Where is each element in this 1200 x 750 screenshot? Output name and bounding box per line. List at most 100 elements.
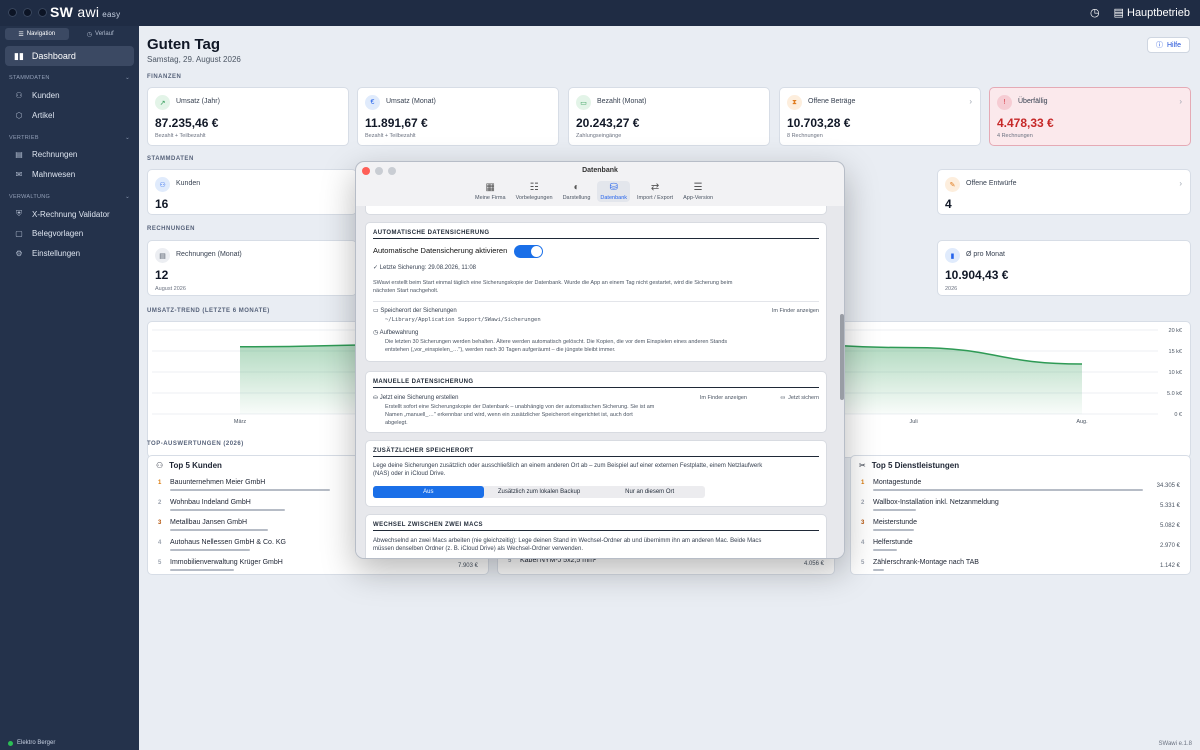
show-in-finder-link[interactable]: Im Finder anzeigen <box>700 394 747 402</box>
share-bar <box>873 529 914 531</box>
history-icon[interactable]: ◷ <box>1090 6 1100 19</box>
section-stammdaten[interactable]: STAMMDATEN ⌄ <box>9 75 130 81</box>
list-icon: ☷ <box>529 182 539 193</box>
envelope-icon: ✉ <box>15 170 23 179</box>
item-value: 5.082 € <box>1159 523 1180 529</box>
card-label: Überfällig <box>1018 98 1048 105</box>
card-value: 12 <box>155 268 169 282</box>
card-kunden[interactable]: ⚇ Kunden 16 <box>147 169 357 215</box>
window-controls[interactable] <box>8 8 47 17</box>
card-umsatz-monat[interactable]: € Umsatz (Monat) 11.891,67 € Bezahlt + T… <box>357 87 559 146</box>
share-bar <box>170 569 234 571</box>
section-verwaltung[interactable]: VERWALTUNG ⌄ <box>9 194 130 200</box>
auto-backup-toggle[interactable] <box>514 245 543 258</box>
auto-desc-1: SWawi erstellt beim Start einmal täglich… <box>373 280 733 286</box>
section-vertrieb[interactable]: VERTRIEB ⌄ <box>9 135 130 141</box>
tab-app-version[interactable]: ☰ App-Version <box>680 181 716 202</box>
previous-section <box>365 206 827 215</box>
y-tick-label: 15 k€ <box>1169 349 1182 355</box>
users-icon: ⚇ <box>155 177 170 192</box>
card-label: Ø pro Monat <box>966 251 1005 258</box>
list-item[interactable]: 4 Helferstunde 2.970 € <box>859 538 1182 556</box>
list-item[interactable]: 5 Zählerschrank-Montage nach TAB 1.142 € <box>859 558 1182 576</box>
hourglass-icon: ⧗ <box>787 95 802 110</box>
rank: 2 <box>158 500 162 506</box>
sidebar-item-rechnungen[interactable]: ▤ Rechnungen <box>14 150 77 159</box>
tab-import-export[interactable]: ⇄ Import / Export <box>634 181 676 202</box>
card-label: Bezahlt (Monat) <box>597 98 647 105</box>
item-value: 34.305 € <box>1156 483 1180 489</box>
share-bar <box>873 549 897 551</box>
zoom-window-button[interactable] <box>38 8 47 17</box>
sidebar-item-einstellungen[interactable]: ⚙ Einstellungen <box>14 249 80 258</box>
toggle-knob <box>531 246 542 257</box>
minimize-window-button[interactable] <box>23 8 32 17</box>
section-title: WECHSEL ZWISCHEN ZWEI MACS <box>373 522 483 528</box>
card-sub: Zahlungseingänge <box>576 133 622 139</box>
chevron-down-icon: ⌄ <box>125 75 130 81</box>
x-tick-label: Juli <box>909 419 917 425</box>
tab-meine-firma[interactable]: ▦ Meine Firma <box>472 181 509 202</box>
app-version: SWawi e.1.8 <box>1158 741 1192 747</box>
tab-darstellung[interactable]: ◐ Darstellung <box>560 181 594 202</box>
y-tick-label: 20 k€ <box>1169 328 1182 334</box>
close-window-button[interactable] <box>8 8 17 17</box>
item-value: 7.903 € <box>457 563 478 569</box>
extra-location-section: ZUSÄTZLICHER SPEICHERORT Lege deine Sich… <box>365 440 827 507</box>
option-aus[interactable]: Aus <box>373 486 484 498</box>
card-pro-monat[interactable]: ▮ Ø pro Monat 10.904,43 € 2026 <box>937 240 1191 296</box>
list-item[interactable]: 2 Wallbox-Installation inkl. Netzanmeldun… <box>859 498 1182 516</box>
sidebar-item-x-rechnung-validator[interactable]: ⛨ X-Rechnung Validator <box>14 209 110 219</box>
card-value: 4 <box>945 197 952 211</box>
card-rechnungen-monat[interactable]: ▤ Rechnungen (Monat) 12 August 2026 <box>147 240 357 296</box>
share-bar <box>170 529 268 531</box>
divider <box>373 456 819 457</box>
backup-location-path: ~/Library/Application Support/SWawi/Sich… <box>385 317 541 323</box>
sliders-icon: ☰ <box>693 182 703 193</box>
help-button[interactable]: ⓘ Hilfe <box>1146 37 1190 53</box>
scrollbar[interactable] <box>840 314 844 400</box>
card-offene-betraege[interactable]: ⧗ Offene Beträge › 10.703,28 € 8 Rechnun… <box>779 87 981 146</box>
sidebar-mode-switch[interactable]: ☰ Navigation ◷ Verlauf <box>5 28 132 40</box>
divider <box>373 530 819 531</box>
tab-navigation[interactable]: ☰ Navigation <box>5 28 69 40</box>
sidebar-item-dashboard[interactable]: ▮▮ Dashboard <box>5 46 134 66</box>
draft-icon: ✎ <box>945 177 960 192</box>
bar-chart-icon: ▮ <box>945 248 960 263</box>
page-date: Samstag, 29. August 2026 <box>147 55 241 64</box>
option-zusaetzlich[interactable]: Zusätzlich zum lokalen Backup <box>484 486 595 498</box>
tab-vorbelegungen[interactable]: ☷ Vorbelegungen <box>513 181 556 202</box>
extra-location-picker[interactable]: Aus Zusätzlich zum lokalen Backup Nur an… <box>373 486 705 498</box>
settings-content[interactable]: AUTOMATISCHE DATENSICHERUNG Automatische… <box>356 206 844 558</box>
tab-datenbank[interactable]: ⛁ Datenbank <box>597 181 631 202</box>
option-nur-hier[interactable]: Nur an diesem Ort <box>594 486 705 498</box>
sidebar-item-mahnwesen[interactable]: ✉ Mahnwesen <box>14 170 76 179</box>
card-value: 16 <box>155 197 169 211</box>
template-icon: ▢ <box>15 229 23 238</box>
y-tick-label: 0 € <box>1174 412 1182 418</box>
card-offene-entwuerfe[interactable]: ✎ Offene Entwürfe › 4 <box>937 169 1191 215</box>
list-item[interactable]: 1 Montagestunde 34.305 € <box>859 478 1182 496</box>
sidebar-item-kunden[interactable]: ⚇ Kunden <box>14 91 59 100</box>
y-tick-label: 5.0 k€ <box>1167 391 1182 397</box>
card-ueberfaellig[interactable]: ! Überfällig › 4.478,33 € 4 Rechnungen <box>989 87 1191 146</box>
sidebar: ☰ Navigation ◷ Verlauf ▮▮ Dashboard STAMMDA… <box>0 26 139 750</box>
drive-icon: ⛀ <box>780 395 786 401</box>
company-switcher[interactable]: ▤ Hauptbetrieb <box>1114 6 1190 19</box>
section-trend: UMSATZ-TREND (LETZTE 6 MONATE) <box>147 308 270 314</box>
card-sub: August 2026 <box>155 286 186 292</box>
rank: 1 <box>861 480 865 486</box>
backup-now-button[interactable]: ⛀ Jetzt sichern <box>780 394 819 402</box>
show-in-finder-link[interactable]: Im Finder anzeigen <box>772 307 819 315</box>
tab-history[interactable]: ◷ Verlauf <box>69 28 133 40</box>
item-name: Wohnbau Indeland GmbH <box>170 499 251 506</box>
extra-desc-1: Lege deine Sicherungen zusätzlich oder a… <box>373 463 763 469</box>
card-bezahlt-monat[interactable]: ▭ Bezahlt (Monat) 20.243,27 € Zahlungsei… <box>568 87 770 146</box>
share-bar <box>170 549 250 551</box>
list-item[interactable]: 5 Immobilienverwaltung Krüger GmbH 7.903 € <box>156 558 480 576</box>
sidebar-item-belegvorlagen[interactable]: ▢ Belegvorlagen <box>14 229 83 238</box>
sidebar-item-artikel[interactable]: ⬡ Artikel <box>14 111 55 120</box>
list-item[interactable]: 3 Meisterstunde 5.082 € <box>859 518 1182 536</box>
card-umsatz-jahr[interactable]: ↗ Umsatz (Jahr) 87.235,46 € Bezahlt + Te… <box>147 87 349 146</box>
settings-tabs: ▦ Meine Firma ☷ Vorbelegungen ◐ Darstellung… <box>472 181 716 202</box>
